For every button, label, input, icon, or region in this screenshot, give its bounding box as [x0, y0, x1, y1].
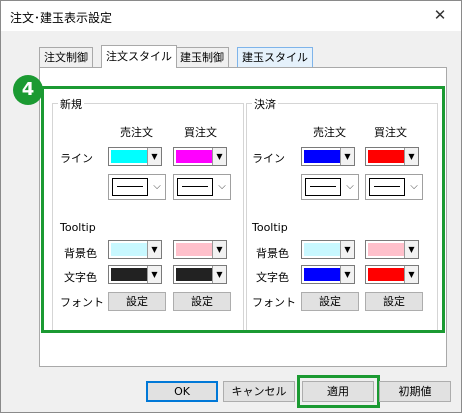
chevron-down-icon: ⌵ — [153, 181, 161, 192]
line-style-sample — [369, 178, 405, 196]
dropdown-arrow-icon: ▼ — [147, 148, 161, 165]
new-group-legend: 新規 — [58, 96, 84, 112]
apply-button[interactable]: 適用 — [302, 381, 374, 402]
color-swatch — [368, 268, 404, 281]
settle-buy-line-style[interactable]: ⌵ — [365, 174, 423, 200]
new-sell-line-style[interactable]: ⌵ — [108, 174, 166, 200]
settle-buy-text-color[interactable]: ▼ — [365, 265, 419, 284]
title-bar: 注文･建玉表示設定 ✕ — [1, 1, 461, 31]
settle-bg-label: 背景色 — [256, 247, 289, 260]
new-sell-line-color[interactable]: ▼ — [108, 147, 162, 166]
settle-font-label: フォント — [252, 296, 296, 309]
new-line-label: ライン — [60, 152, 93, 165]
new-sell-font-button[interactable]: 設定 — [108, 292, 166, 311]
close-icon[interactable]: ✕ — [427, 4, 453, 26]
dropdown-arrow-icon: ▼ — [212, 241, 226, 258]
settle-buy-font-button[interactable]: 設定 — [365, 292, 423, 311]
chevron-down-icon: ⌵ — [346, 181, 354, 192]
new-font-label: フォント — [60, 296, 104, 309]
color-swatch — [304, 150, 340, 163]
new-buy-font-button[interactable]: 設定 — [173, 292, 231, 311]
new-bg-label: 背景色 — [64, 247, 97, 260]
new-buy-text-color[interactable]: ▼ — [173, 265, 227, 284]
color-swatch — [368, 243, 404, 256]
tab-panel: 新規 売注文 買注文 ライン ▼ ▼ ⌵ ⌵ Tooltip 背景色 ▼ ▼ 文… — [39, 67, 447, 367]
reset-defaults-button[interactable]: 初期値 — [379, 381, 451, 402]
color-swatch — [176, 150, 212, 163]
settings-dialog: 注文･建玉表示設定 ✕ 注文制御 注文スタイル 建玉制御 建玉スタイル 新規 売… — [0, 0, 462, 413]
color-swatch — [304, 243, 340, 256]
settle-tooltip-label: Tooltip — [252, 221, 288, 234]
dropdown-arrow-icon: ▼ — [147, 266, 161, 283]
settle-line-label: ライン — [252, 152, 285, 165]
color-swatch — [111, 243, 147, 256]
color-swatch — [368, 150, 404, 163]
line-style-sample — [305, 178, 341, 196]
chevron-down-icon: ⌵ — [218, 181, 226, 192]
new-buy-line-style[interactable]: ⌵ — [173, 174, 231, 200]
step-badge: 4 — [13, 75, 43, 105]
line-style-sample — [112, 178, 148, 196]
color-swatch — [176, 243, 212, 256]
color-swatch — [304, 268, 340, 281]
dropdown-arrow-icon: ▼ — [340, 266, 354, 283]
tab-order-control[interactable]: 注文制御 — [39, 47, 93, 67]
settle-buy-line-color[interactable]: ▼ — [365, 147, 419, 166]
color-swatch — [176, 268, 212, 281]
settle-text-color-label: 文字色 — [256, 271, 289, 284]
settle-sell-bg-color[interactable]: ▼ — [301, 240, 355, 259]
settle-group-legend: 決済 — [252, 96, 278, 112]
chevron-down-icon: ⌵ — [410, 181, 418, 192]
ok-button[interactable]: OK — [146, 381, 218, 402]
settle-sell-line-color[interactable]: ▼ — [301, 147, 355, 166]
line-style-sample — [177, 178, 213, 196]
color-swatch — [111, 268, 147, 281]
settle-buy-header: 買注文 — [374, 126, 407, 139]
settle-sell-line-style[interactable]: ⌵ — [301, 174, 359, 200]
dropdown-arrow-icon: ▼ — [340, 148, 354, 165]
new-sell-header: 売注文 — [120, 126, 153, 139]
tab-position-style[interactable]: 建玉スタイル — [237, 47, 313, 67]
dropdown-arrow-icon: ▼ — [404, 148, 418, 165]
settle-sell-header: 売注文 — [313, 126, 346, 139]
settle-sell-font-button[interactable]: 設定 — [301, 292, 359, 311]
dropdown-arrow-icon: ▼ — [404, 266, 418, 283]
settle-sell-text-color[interactable]: ▼ — [301, 265, 355, 284]
new-tooltip-label: Tooltip — [60, 221, 96, 234]
dropdown-arrow-icon: ▼ — [212, 148, 226, 165]
dropdown-arrow-icon: ▼ — [340, 241, 354, 258]
settle-buy-bg-color[interactable]: ▼ — [365, 240, 419, 259]
dropdown-arrow-icon: ▼ — [404, 241, 418, 258]
new-buy-line-color[interactable]: ▼ — [173, 147, 227, 166]
window-title: 注文･建玉表示設定 — [10, 11, 113, 25]
tab-position-control[interactable]: 建玉制御 — [175, 47, 229, 67]
tab-order-style[interactable]: 注文スタイル — [101, 45, 177, 68]
color-swatch — [111, 150, 147, 163]
new-sell-bg-color[interactable]: ▼ — [108, 240, 162, 259]
new-buy-bg-color[interactable]: ▼ — [173, 240, 227, 259]
cancel-button[interactable]: キャンセル — [223, 381, 295, 402]
new-sell-text-color[interactable]: ▼ — [108, 265, 162, 284]
new-buy-header: 買注文 — [184, 126, 217, 139]
dropdown-arrow-icon: ▼ — [212, 266, 226, 283]
dropdown-arrow-icon: ▼ — [147, 241, 161, 258]
new-text-color-label: 文字色 — [64, 271, 97, 284]
